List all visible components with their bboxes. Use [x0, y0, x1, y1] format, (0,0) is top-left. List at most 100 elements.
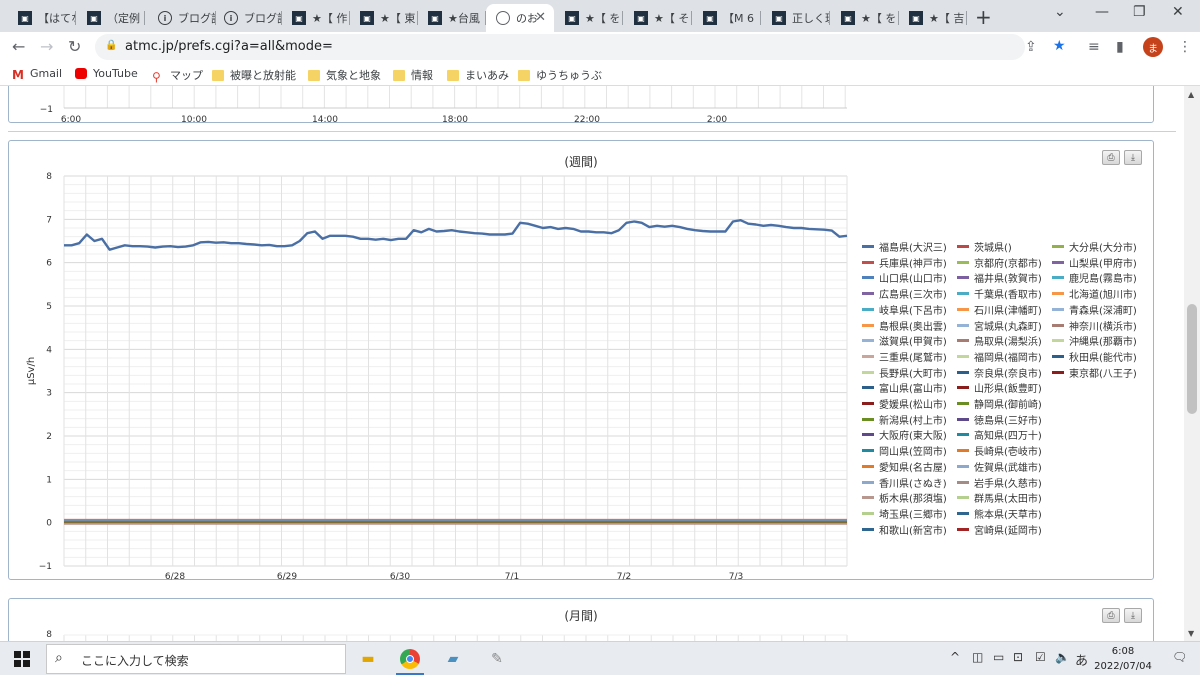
legend-item[interactable]: 広島県(三次市) [862, 286, 947, 301]
legend-item[interactable]: 滋賀県(甲賀市) [862, 333, 947, 348]
legend-item[interactable]: 岡山県(笠岡市) [862, 443, 947, 458]
pen-app-icon[interactable]: ✎ [484, 646, 510, 672]
legend-item[interactable]: 静岡県(御前崎) [957, 396, 1042, 411]
bookmark-item[interactable]: M Gmail [12, 67, 62, 82]
forward-icon[interactable]: → [40, 37, 53, 56]
legend-item[interactable]: 熊本県(天草市) [957, 506, 1042, 521]
notification-icon[interactable]: 🗨 [1172, 650, 1187, 664]
taskbar-search-input[interactable]: ⌕ ここに入力して検索 [46, 644, 346, 674]
maximize-icon[interactable]: ❐ [1133, 4, 1146, 20]
legend-item[interactable]: 大阪府(東大阪) [862, 427, 947, 442]
ime-indicator[interactable]: あ [1075, 650, 1088, 669]
legend-item[interactable]: 岩手県(久慈市) [957, 475, 1042, 490]
legend-item[interactable]: 大分県(大分市) [1052, 239, 1137, 254]
legend-item[interactable]: 神奈川(横浜市) [1052, 318, 1137, 333]
tray-app-icon-2[interactable]: ☑ [1035, 650, 1046, 664]
tab-search-icon[interactable]: ⌄ [1054, 4, 1066, 20]
legend-item[interactable]: 兵庫県(神戸市) [862, 255, 947, 270]
close-window-icon[interactable]: ✕ [1172, 4, 1184, 20]
legend-item[interactable]: 宮崎県(延岡市) [957, 522, 1042, 537]
new-tab-button[interactable]: + [975, 5, 992, 29]
legend-item[interactable]: 長崎県(壱岐市) [957, 443, 1042, 458]
legend-item[interactable]: 三重県(尾鷲市) [862, 349, 947, 364]
legend-item[interactable]: 山形県(飯豊町) [957, 380, 1042, 395]
menu-icon[interactable]: ⋮ [1178, 39, 1192, 55]
minimize-icon[interactable]: — [1095, 4, 1109, 20]
legend-item[interactable]: 佐賀県(武雄市) [957, 459, 1042, 474]
file-explorer-icon[interactable]: ▬ [355, 646, 381, 672]
legend-item[interactable]: 京都府(京都市) [957, 255, 1042, 270]
tab-0[interactable]: ▣ 【はてな [8, 4, 76, 32]
legend-item[interactable]: 沖縄県(那覇市) [1052, 333, 1137, 348]
legend-item[interactable]: 鳥取県(湯梨浜) [957, 333, 1042, 348]
tab-5[interactable]: ▣ ★【 東 [350, 4, 418, 32]
battery-icon[interactable]: ▭ [993, 650, 1004, 664]
scroll-down-icon[interactable]: ▼ [1188, 629, 1194, 638]
share-icon[interactable]: ⇪ [1025, 39, 1037, 55]
close-tab-icon[interactable]: ✕ [535, 10, 546, 25]
legend-item[interactable]: 徳島県(三好市) [957, 412, 1042, 427]
legend-item[interactable]: 福島県(大沢三) [862, 239, 947, 254]
tab-11[interactable]: ▣ 正しく理 [762, 4, 830, 32]
legend-item[interactable]: 香川県(さぬき) [862, 475, 947, 490]
legend-item[interactable]: 岐阜県(下呂市) [862, 302, 947, 317]
notepad-icon[interactable]: ▰ [440, 646, 466, 672]
tray-expand-icon[interactable]: ^ [950, 650, 960, 664]
windows-start-icon[interactable] [14, 651, 30, 667]
print-icon[interactable]: ⎙ [1102, 150, 1120, 165]
address-bar[interactable]: 🔒 atmc.jp/prefs.cgi?a=all&mode= ⇪ ★ [95, 34, 1066, 60]
legend-item[interactable]: 長野県(大町市) [862, 365, 947, 380]
tab-6[interactable]: ▣ ★台風 [418, 4, 486, 32]
legend-item[interactable]: 埼玉県(三郷市) [862, 506, 947, 521]
legend-item[interactable]: 島根県(奥出雲) [862, 318, 947, 333]
bookmark-item[interactable]: YouTube [75, 67, 138, 80]
profile-avatar[interactable]: ま [1143, 37, 1163, 57]
scrollbar-thumb[interactable] [1187, 304, 1197, 414]
tab-12[interactable]: ▣ ★【 を [831, 4, 899, 32]
bookmark-item[interactable]: 情報 [393, 67, 433, 83]
legend-item[interactable]: 宮城県(丸森町) [957, 318, 1042, 333]
legend-item[interactable]: 鹿児島(霧島市) [1052, 270, 1137, 285]
legend-item[interactable]: 奈良県(奈良市) [957, 365, 1042, 380]
download-icon[interactable]: ⤓ [1124, 608, 1142, 623]
legend-item[interactable]: 愛媛県(松山市) [862, 396, 947, 411]
scroll-up-icon[interactable]: ▲ [1188, 90, 1194, 99]
legend-item[interactable]: 栃木県(那須塩) [862, 490, 947, 505]
legend-item[interactable]: 東京都(八王子) [1052, 365, 1137, 380]
legend-item[interactable]: 新潟県(村上市) [862, 412, 947, 427]
legend-item[interactable]: 茨城県() [957, 239, 1012, 254]
tab-3[interactable]: i ブログ記 [214, 4, 282, 32]
reload-icon[interactable]: ↻ [68, 37, 81, 56]
legend-item[interactable]: 千葉県(香取市) [957, 286, 1042, 301]
bookmark-item[interactable]: 気象と地象 [308, 67, 381, 83]
tab-13[interactable]: ▣ ★【 吉 [899, 4, 967, 32]
tab-4[interactable]: ▣ ★【 作 [282, 4, 350, 32]
legend-item[interactable]: 秋田県(能代市) [1052, 349, 1137, 364]
tray-app-icon-1[interactable]: ◫ [972, 650, 983, 664]
legend-item[interactable]: 和歌山(新宮市) [862, 522, 947, 537]
volume-icon[interactable]: 🔈 [1055, 650, 1070, 664]
tab-7[interactable]: のお ✕ [486, 4, 554, 32]
reading-list-icon[interactable]: ≡ [1088, 39, 1100, 55]
legend-item[interactable]: 山口県(山口市) [862, 270, 947, 285]
bookmark-star-icon[interactable]: ★ [1053, 38, 1066, 54]
print-icon[interactable]: ⎙ [1102, 608, 1120, 623]
legend-item[interactable]: 福井県(敦賀市) [957, 270, 1042, 285]
tab-1[interactable]: ▣ （定例 [77, 4, 145, 32]
bookmark-item[interactable]: 被曝と放射能 [212, 67, 296, 83]
legend-item[interactable]: 富山県(富山市) [862, 380, 947, 395]
bookmark-item[interactable]: ⚲ マップ [152, 67, 203, 84]
network-icon[interactable]: ⊡ [1013, 650, 1023, 664]
bookmark-item[interactable]: ゆうちゅうぶ [518, 67, 602, 83]
tab-2[interactable]: i ブログ記 [148, 4, 216, 32]
legend-item[interactable]: 北海道(旭川市) [1052, 286, 1137, 301]
side-panel-icon[interactable]: ▮ [1116, 39, 1124, 55]
legend-item[interactable]: 青森県(深浦町) [1052, 302, 1137, 317]
page-scrollbar[interactable]: ▲ ▼ [1184, 86, 1200, 641]
download-icon[interactable]: ⤓ [1124, 150, 1142, 165]
bookmark-item[interactable]: まいあみ [447, 67, 509, 83]
taskbar-clock[interactable]: 6:08 2022/07/04 [1092, 644, 1154, 674]
legend-item[interactable]: 福岡県(福岡市) [957, 349, 1042, 364]
legend-item[interactable]: 石川県(津幡町) [957, 302, 1042, 317]
tab-8[interactable]: ▣ ★【 を [555, 4, 623, 32]
